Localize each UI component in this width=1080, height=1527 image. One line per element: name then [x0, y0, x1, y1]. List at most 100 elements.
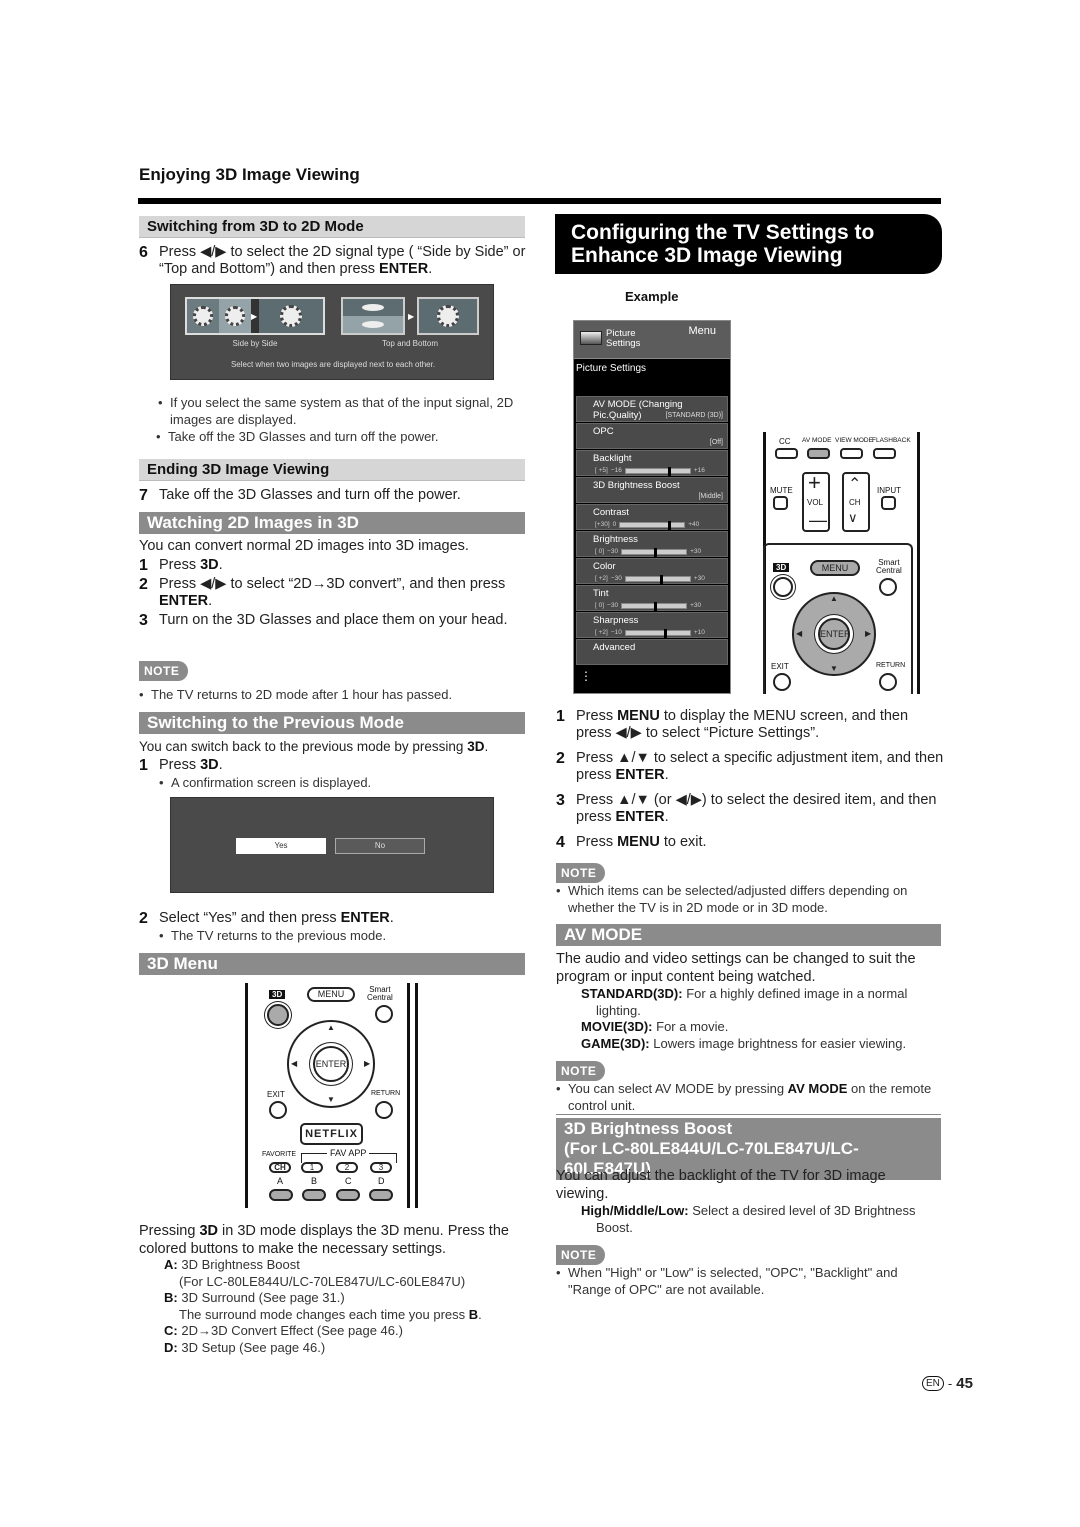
- slider-knob[interactable]: [668, 520, 672, 530]
- slider-track[interactable]: [621, 547, 688, 557]
- slider-row: [ 0] −30 +30: [595, 601, 701, 611]
- menu-item[interactable]: Tint [ 0] −30 +30: [576, 585, 728, 611]
- step-text: Press: [159, 557, 201, 573]
- 3d-button[interactable]: [267, 1004, 289, 1026]
- slider-knob[interactable]: [668, 466, 672, 476]
- return-button[interactable]: [879, 673, 897, 691]
- av-mode-item: STANDARD(3D): For a highly defined image…: [581, 986, 943, 1019]
- language-badge: EN: [922, 1376, 944, 1391]
- cc-button[interactable]: [775, 448, 798, 459]
- boost-item: High/Middle/Low: Select a desired level …: [581, 1203, 921, 1236]
- menu-button[interactable]: MENU: [307, 987, 355, 1002]
- exit-button[interactable]: [773, 673, 791, 691]
- 3d-button[interactable]: [773, 577, 793, 597]
- item-key: D:: [164, 1339, 178, 1355]
- mute-button[interactable]: [773, 496, 788, 510]
- label-line: Central: [367, 993, 393, 1002]
- desc-text: Pressing: [139, 1223, 200, 1239]
- menu-item[interactable]: OPC [Off]: [576, 423, 728, 449]
- menu-item[interactable]: Contrast [+30] 0 +40: [576, 504, 728, 530]
- item-key: MOVIE(3D):: [581, 1019, 653, 1034]
- item-key: STANDARD(3D):: [581, 986, 683, 1001]
- slider-row: [ +2] −30 +30: [595, 574, 705, 584]
- step-number: 2: [139, 910, 148, 927]
- c-button[interactable]: [336, 1189, 360, 1201]
- d-button[interactable]: [369, 1189, 393, 1201]
- menu-button[interactable]: MENU: [810, 560, 860, 576]
- exit-button[interactable]: [269, 1101, 287, 1119]
- slider-current-value: [ +2]: [595, 575, 608, 582]
- av-mode-button[interactable]: [807, 448, 830, 459]
- note-text: You can select AV MODE by pressing: [568, 1081, 788, 1096]
- av-mode-items: STANDARD(3D): For a highly defined image…: [581, 986, 943, 1052]
- view-mode-button[interactable]: [840, 448, 863, 459]
- left-arrow-icon[interactable]: ◀: [796, 629, 802, 638]
- smart-central-button[interactable]: [375, 1005, 393, 1023]
- menu-item[interactable]: Advanced: [576, 639, 728, 665]
- right-arrow-icon[interactable]: ▶: [865, 629, 871, 638]
- remote-3d-menu: 3D MENU Smart Central ▲ ▼ ◀ ▶ ENTER EXIT …: [245, 983, 420, 1208]
- menu-section-title: Picture Settings: [576, 363, 647, 374]
- input-button[interactable]: [881, 496, 896, 510]
- bullet-text: If you select the same system as that of…: [170, 395, 514, 427]
- 3d-label: 3D: [773, 563, 790, 572]
- slider-row: [ 0] −30 +30: [595, 547, 701, 557]
- enter-button[interactable]: ENTER: [313, 1046, 349, 1082]
- bullet-item: • Take off the 3D Glasses and turn off th…: [156, 429, 439, 444]
- left-arrow-icon[interactable]: ◀: [291, 1059, 297, 1068]
- right-arrow-icon[interactable]: ▶: [364, 1059, 370, 1068]
- yes-button[interactable]: Yes: [236, 838, 326, 854]
- return-label: RETURN: [371, 1090, 401, 1097]
- menu-item[interactable]: Sharpness [ +2] −10 +10: [576, 612, 728, 638]
- return-button[interactable]: [375, 1101, 393, 1119]
- a-button[interactable]: [269, 1189, 293, 1201]
- fav-3-button[interactable]: 3: [370, 1162, 392, 1173]
- down-arrow-icon[interactable]: ▼: [830, 664, 838, 673]
- step-text: .: [664, 767, 669, 783]
- slider-current-value: [ 0]: [595, 602, 605, 609]
- slider-track[interactable]: [624, 574, 691, 584]
- option-top-and-bottom[interactable]: ▶: [341, 297, 479, 335]
- down-arrow-icon[interactable]: ▼: [327, 1095, 335, 1104]
- note-item: • Which items can be selected/adjusted di…: [556, 882, 941, 916]
- menu-item-label: Tint: [593, 588, 609, 599]
- fav-2-button[interactable]: 2: [336, 1162, 358, 1173]
- smart-central-button[interactable]: [879, 578, 897, 596]
- menu-item[interactable]: Backlight [ +5] −16 +16: [576, 450, 728, 476]
- slider-track[interactable]: [621, 601, 688, 611]
- slider-knob[interactable]: [654, 601, 658, 611]
- up-arrow-icon[interactable]: ▲: [830, 594, 838, 603]
- step-number: 1: [139, 557, 148, 574]
- slider-track[interactable]: [619, 520, 686, 530]
- label-line: Central: [876, 566, 902, 575]
- menu-item[interactable]: AV MODE (Changing Pic.Quality) [STANDARD …: [576, 396, 728, 422]
- menu-item[interactable]: Brightness [ 0] −30 +30: [576, 531, 728, 557]
- menu-item[interactable]: 3D Brightness Boost [Middle]: [576, 477, 728, 503]
- no-button[interactable]: No: [335, 838, 425, 854]
- fav-1-button[interactable]: 1: [301, 1162, 323, 1173]
- up-arrow-icon[interactable]: ▲: [327, 1023, 335, 1032]
- slider-knob[interactable]: [659, 574, 663, 584]
- step-text-end: .: [428, 261, 433, 277]
- ch-button[interactable]: CH: [269, 1162, 291, 1173]
- menu-label: Menu: [688, 325, 716, 337]
- netflix-button[interactable]: NETFLIX: [300, 1123, 363, 1145]
- flashback-button[interactable]: [873, 448, 896, 459]
- chevron-down-icon: ∨: [848, 510, 858, 525]
- menu-item[interactable]: Color [ +2] −30 +30: [576, 558, 728, 584]
- note-badge: NOTE: [556, 1061, 606, 1081]
- slider-knob[interactable]: [654, 547, 658, 557]
- ball-icon: [259, 299, 323, 333]
- slider-track[interactable]: [624, 628, 691, 638]
- slider-current-value: [+30]: [595, 521, 610, 528]
- menu-item-value: [STANDARD (3D)]: [665, 412, 723, 419]
- slider-track[interactable]: [624, 466, 691, 476]
- slider-knob[interactable]: [664, 628, 668, 638]
- enter-button[interactable]: ENTER: [818, 618, 851, 650]
- option-side-by-side[interactable]: ▶: [185, 297, 325, 335]
- note-text: The TV returns to 2D mode after 1 hour h…: [151, 687, 453, 702]
- 3d-label: 3D: [269, 990, 286, 999]
- 3d-menu-description: Pressing 3D in 3D mode displays the 3D m…: [139, 1222, 529, 1258]
- signal-type-screen: ▶ ▶ Side by Side Top and Bottom Select w…: [170, 284, 494, 380]
- b-button[interactable]: [302, 1189, 326, 1201]
